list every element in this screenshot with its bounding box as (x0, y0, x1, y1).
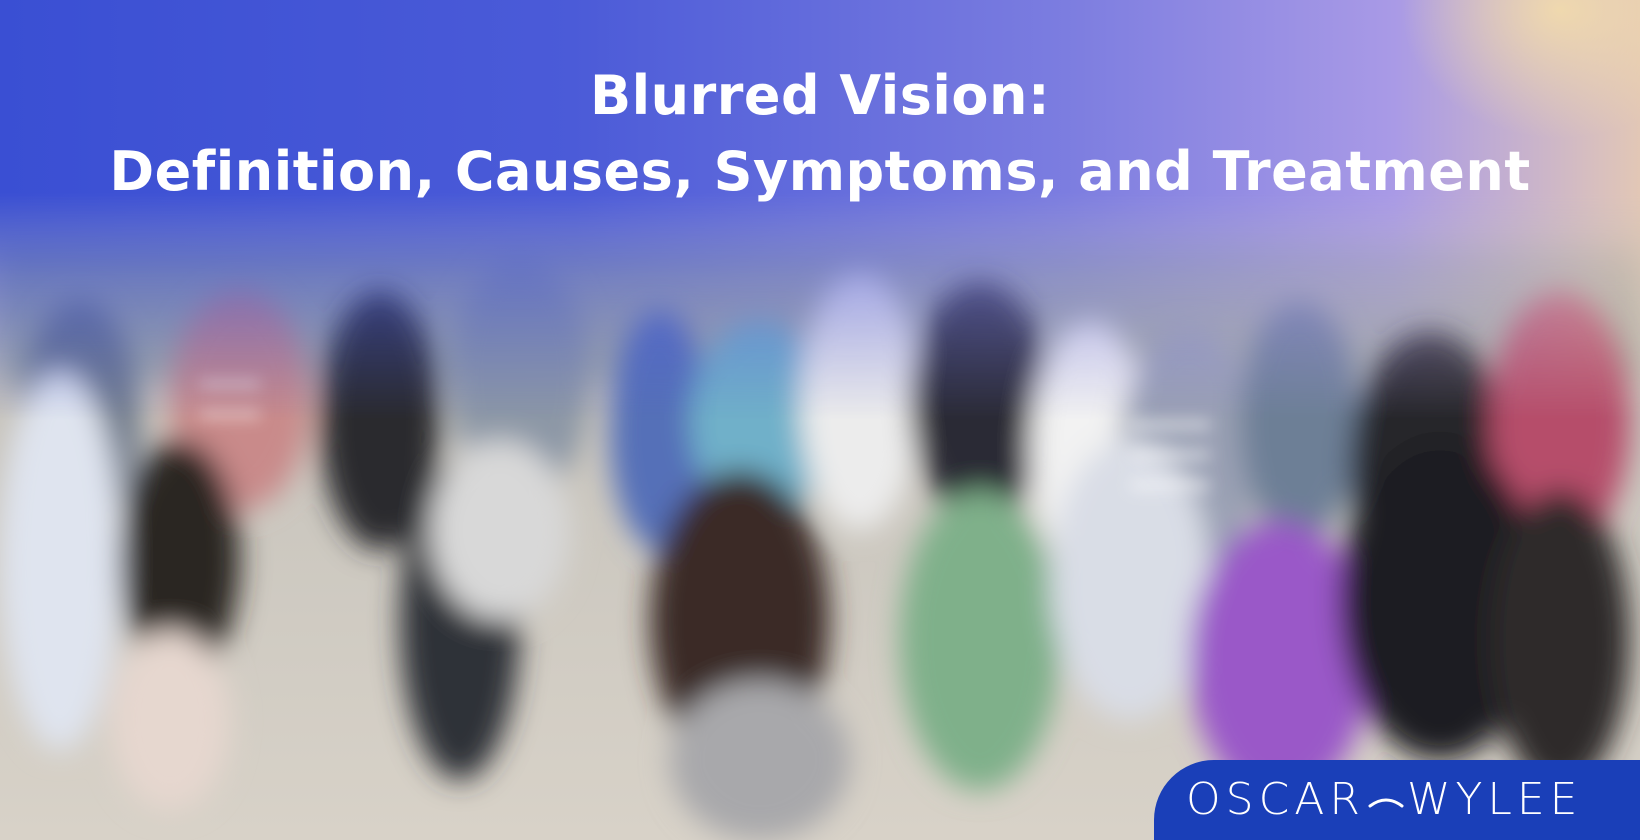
title-line-2: Definition, Causes, Symptoms, and Treatm… (109, 140, 1531, 203)
logo-part-2: WYLEE (1406, 774, 1583, 825)
page-title: Blurred Vision: Definition, Causes, Symp… (0, 58, 1640, 210)
brand-logo: OSCAR WYLEE (1186, 774, 1582, 826)
logo-brow-icon (1367, 774, 1405, 808)
brand-logo-tab[interactable]: OSCAR WYLEE (1154, 760, 1640, 840)
hero-banner: Blurred Vision: Definition, Causes, Symp… (0, 0, 1640, 840)
logo-part-1: OSCAR (1186, 774, 1365, 825)
title-line-1: Blurred Vision: (589, 64, 1051, 127)
